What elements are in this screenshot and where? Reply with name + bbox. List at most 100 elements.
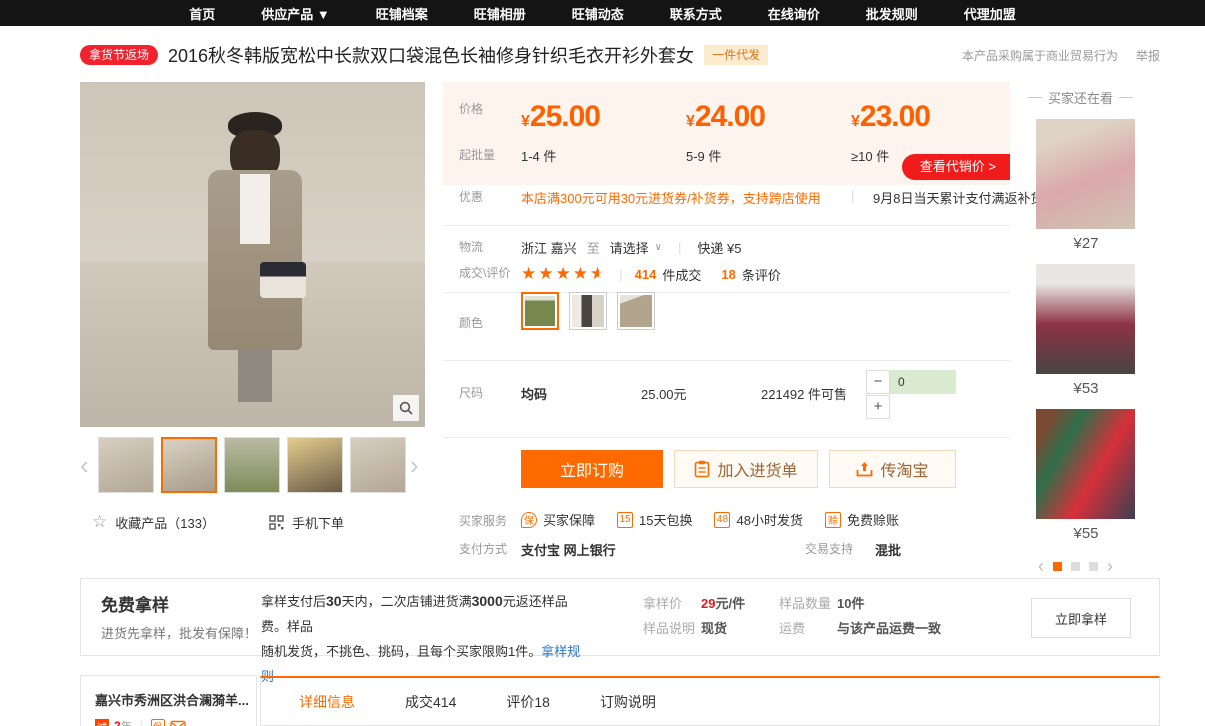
nav-agency[interactable]: 代理加盟 [964, 4, 1016, 23]
pager-next-icon[interactable]: › [1107, 556, 1113, 577]
add-to-purchase-list-button[interactable]: 加入进货单 [674, 450, 818, 488]
moq-label: 起批量 [459, 146, 521, 165]
tab-detail-info-active[interactable]: 详细信息 [299, 692, 355, 712]
thumbnail-4[interactable] [287, 437, 343, 493]
sidebar-product-image [1036, 264, 1135, 374]
quantity-stepper: − 0 + [866, 370, 956, 420]
separator: | [613, 267, 628, 282]
divider [443, 225, 1010, 226]
sample-info-col-1: 拿样价29元/件 样品说明现货 [643, 591, 745, 641]
photo-shape [260, 262, 306, 298]
push-to-taobao-button[interactable]: 传淘宝 [829, 450, 956, 488]
moq-tier-2: 5-9 件 [686, 146, 851, 165]
tab-order-notes[interactable]: 订购说明 [600, 692, 656, 712]
product-photo-figure [200, 112, 310, 402]
payment-label: 支付方式 [459, 540, 521, 557]
pager-dot-1-active[interactable] [1053, 562, 1062, 571]
thumbnails [98, 437, 406, 493]
nav-home[interactable]: 首页 [189, 4, 215, 23]
envelope-icon[interactable] [170, 720, 186, 726]
magnifier-icon[interactable] [393, 395, 419, 421]
rating-label: 成交\评价 [459, 264, 521, 281]
sample-desc-value: 现货 [701, 621, 727, 636]
quantity-plus-button[interactable]: + [866, 395, 890, 419]
thumbnail-2-selected[interactable] [161, 437, 217, 493]
sample-qty-label: 样品数量 [779, 591, 837, 616]
nav-inquiry[interactable]: 在线询价 [768, 4, 820, 23]
sidebar-product-2[interactable]: ¥53 [1036, 264, 1136, 397]
destination-placeholder: 请选择 [610, 238, 649, 257]
service-guarantee[interactable]: 保买家保障 [521, 510, 595, 529]
top-right-links: 本产品采购属于商业贸易行为 举报 [962, 47, 1160, 64]
divider [443, 360, 1010, 361]
nav-wholesale-rules[interactable]: 批发规则 [866, 4, 918, 23]
sidebar-product-1[interactable]: ¥27 [1036, 119, 1136, 252]
price-tier-1: ¥25.00 [521, 100, 686, 134]
sidebar-product-price: ¥53 [1036, 380, 1136, 397]
nav-shop-feed[interactable]: 旺铺动态 [572, 4, 624, 23]
integrity-badge-icon: 诚 [95, 719, 109, 726]
service-label: 免费赊账 [847, 510, 899, 529]
order-now-button[interactable]: 立即订购 [521, 450, 663, 488]
sample-desc-num: 30 [326, 593, 342, 609]
star-icon: ★ [573, 264, 590, 284]
thumbnail-5[interactable] [350, 437, 406, 493]
get-sample-button[interactable]: 立即拿样 [1031, 598, 1131, 638]
service-48h-shipping[interactable]: 4848小时发货 [714, 510, 802, 529]
event-badge[interactable]: 拿货节返场 [80, 45, 158, 65]
view-consign-price-button[interactable]: 查看代销价 > [902, 154, 1010, 180]
nav-contact[interactable]: 联系方式 [670, 4, 722, 23]
seller-badges: 诚 2年 | 保 [95, 718, 256, 726]
ship-to-label: 至 [587, 238, 600, 257]
currency-symbol: ¥ [686, 113, 695, 130]
15day-icon: 15 [617, 512, 633, 528]
favorite-star-icon[interactable]: ☆ [92, 512, 107, 532]
separator: | [851, 188, 854, 203]
color-swatch-3[interactable] [617, 292, 655, 330]
years-number: 2 [114, 719, 121, 726]
coupon-link[interactable]: 本店满300元可用30元进货券/补货券，支持跨店使用 [521, 188, 821, 207]
service-15day-exchange[interactable]: 15 15天包换 [617, 510, 692, 529]
sample-info-col-2: 样品数量10件 运费与该产品运费一致 [779, 591, 954, 641]
thumbnail-1[interactable] [98, 437, 154, 493]
service-free-credit[interactable]: 赊免费赊账 [825, 510, 899, 529]
mobile-order[interactable]: 手机下单 [269, 513, 344, 532]
service-label: 48小时发货 [736, 510, 802, 529]
star-icon: ★ [556, 264, 573, 284]
also-viewing-sidebar: 买家还在看 ¥27 ¥53 ¥55 ‹ › [1036, 88, 1136, 577]
nav-products[interactable]: 供应产品 ▼ [261, 4, 329, 23]
thumbnail-3[interactable] [224, 437, 280, 493]
thumbs-prev-icon[interactable]: ‹ [80, 437, 94, 493]
quantity-input[interactable]: 0 [890, 370, 956, 394]
reviews-count[interactable]: 18 [721, 267, 735, 282]
price-value: 24.00 [695, 100, 765, 133]
service-badges: 保买家保障 15 15天包换 4848小时发货 赊免费赊账 [521, 510, 899, 529]
sidebar-product-3[interactable]: ¥55 [1036, 409, 1136, 542]
nav-shop-album[interactable]: 旺铺相册 [474, 4, 526, 23]
currency-symbol: ¥ [521, 113, 530, 130]
pager-prev-icon[interactable]: ‹ [1038, 556, 1044, 577]
tab-reviews[interactable]: 评价18 [506, 692, 550, 712]
quantity-minus-button[interactable]: − [866, 370, 890, 394]
color-swatch-2[interactable] [569, 292, 607, 330]
service-label: 买家保障 [543, 510, 595, 529]
star-icon: ★ [538, 264, 555, 284]
report-link[interactable]: 举报 [1136, 47, 1160, 64]
color-swatch-1-selected[interactable] [521, 292, 559, 330]
thumbs-next-icon[interactable]: › [410, 437, 424, 493]
favorite-row: ☆ 收藏产品（133） 手机下单 [92, 512, 344, 532]
deals-count[interactable]: 414 [635, 267, 657, 282]
destination-select[interactable]: 请选择 ∨ [610, 238, 662, 257]
add-to-purchase-list-label: 加入进货单 [717, 457, 797, 481]
seller-name[interactable]: 嘉兴市秀洲区洪合澜漪羊... [95, 690, 256, 709]
sample-desc-text: 拿样支付后 [261, 594, 326, 609]
favorite-button[interactable]: 收藏产品（133） [115, 513, 215, 532]
nav-shop-profile[interactable]: 旺铺档案 [376, 4, 428, 23]
pager-dot-3[interactable] [1089, 562, 1098, 571]
tab-deals[interactable]: 成交414 [405, 692, 456, 712]
main-product-image[interactable] [80, 82, 425, 427]
top-nav: 首页 供应产品 ▼ 旺铺档案 旺铺相册 旺铺动态 联系方式 在线询价 批发规则 … [0, 0, 1205, 26]
pager-dot-2[interactable] [1071, 562, 1080, 571]
service-label: 15天包换 [639, 510, 692, 529]
rating-content: ★★★★★★ | 414 件成交 18 条评价 [521, 264, 781, 284]
